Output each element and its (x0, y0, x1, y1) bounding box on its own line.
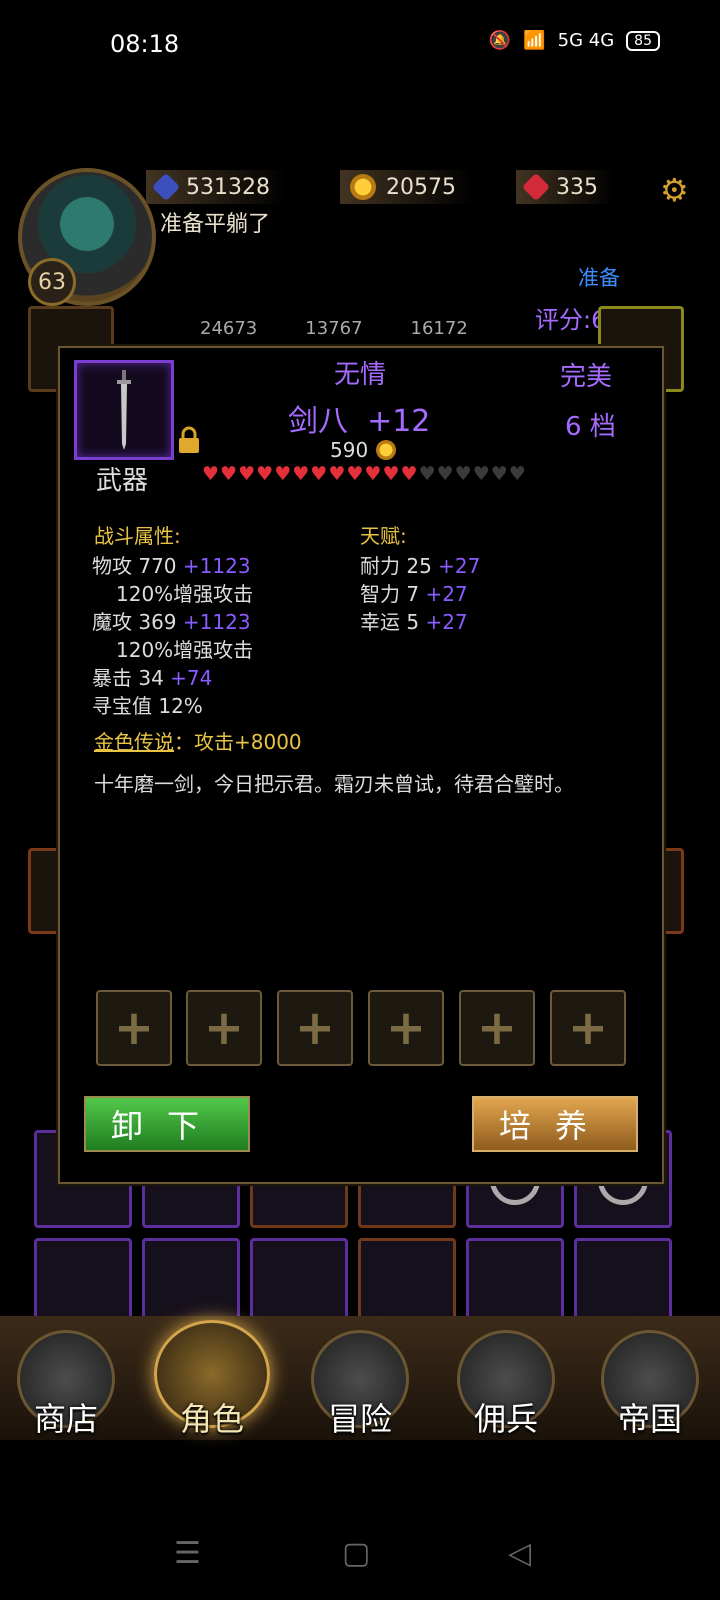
diamond-icon (151, 172, 181, 202)
heart-icon: ♥ (400, 463, 418, 485)
attr-line: 寻宝值 12% (92, 694, 203, 718)
price-value: 590 (330, 438, 369, 462)
nav-mercenary[interactable]: 佣兵 (446, 1320, 566, 1440)
gem-socket[interactable]: + (96, 990, 172, 1066)
gem-socket[interactable]: + (368, 990, 444, 1066)
gem-icon (521, 172, 551, 202)
settings-gear-icon[interactable]: ⚙ (660, 174, 692, 206)
lock-icon[interactable] (176, 426, 202, 454)
gem-socket[interactable]: + (550, 990, 626, 1066)
star-rating: ♥ ♥ ♥ ♥ ♥ ♥ ♥ ♥ ♥ ♥ ♥ ♥ ♥ ♥ ♥ ♥ ♥ ♥ (202, 464, 526, 484)
talent-line: 智力 7 +27 (360, 582, 468, 606)
heart-icon: ♥ (256, 463, 274, 485)
item-quality: 完美 (560, 362, 613, 392)
nav-empire[interactable]: 帝国 (590, 1320, 710, 1440)
attr-line: 120%增强攻击 (116, 582, 254, 606)
resource-diamonds[interactable]: 531328 (146, 170, 286, 204)
resource-gems[interactable]: 335 (516, 170, 614, 204)
back-icon[interactable]: ◁ (508, 1536, 531, 1571)
coin-icon (376, 440, 397, 460)
heart-icon: ♥ (490, 463, 508, 485)
combat-attr-title: 战斗属性: (94, 524, 181, 548)
level-badge: 63 (28, 258, 76, 306)
heart-icon: ♥ (274, 463, 292, 485)
resource-coins[interactable]: 20575 (340, 170, 472, 204)
gem-socket[interactable]: + (277, 990, 353, 1066)
nav-adventure[interactable]: 冒险 (300, 1320, 420, 1440)
wifi-icon: 📶 (523, 30, 546, 51)
nav-label: 帝国 (617, 1400, 682, 1438)
status-icons: 🔕 📶 5G 4G 85 (489, 30, 660, 51)
network-label: 5G 4G (557, 30, 615, 51)
attr-line: 暴击 34 +74 (92, 666, 213, 690)
heart-icon: ♥ (436, 463, 454, 485)
heart-icon: ♥ (382, 463, 400, 485)
home-icon[interactable]: ▢ (342, 1536, 370, 1571)
battery-icon: 85 (626, 30, 660, 51)
sword-icon (117, 370, 131, 450)
talent-line: 耐力 25 +27 (360, 554, 481, 578)
attr-line: 物攻 770 +1123 (92, 554, 251, 578)
legend-effect: 金色传说：攻击+8000 (94, 726, 302, 755)
gem-socket[interactable]: + (459, 990, 535, 1066)
coin-icon (350, 174, 376, 200)
heart-icon: ♥ (472, 463, 490, 485)
ready-label[interactable]: 准备 (578, 262, 620, 292)
heart-icon: ♥ (328, 463, 346, 485)
item-name: 无情 (333, 360, 386, 390)
legend-name: 金色传说 (94, 730, 174, 754)
nav-label: 佣兵 (473, 1400, 538, 1438)
combat-attr-list: 物攻 770 +1123 120%增强攻击 魔攻 369 +1123 120%增… (92, 550, 253, 718)
coin-value: 20575 (386, 174, 456, 200)
heart-icon: ♥ (508, 463, 526, 485)
item-price: 590 (330, 438, 397, 462)
heart-icon: ♥ (202, 463, 220, 485)
attr-line: 120%增强攻击 (116, 638, 254, 662)
attr-line: 魔攻 369 +1123 (92, 610, 251, 634)
nav-label: 商店 (33, 1400, 98, 1438)
heart-icon: ♥ (220, 463, 238, 485)
gem-value: 335 (556, 174, 598, 200)
talent-line: 幸运 5 +27 (360, 610, 468, 634)
stat-value: 13767 (305, 318, 363, 339)
talent-title: 天赋: (360, 524, 407, 548)
menu-icon[interactable]: ☰ (174, 1536, 201, 1571)
player-name: 准备平躺了 (160, 212, 271, 237)
unequip-button[interactable]: 卸下 (84, 1096, 250, 1152)
nav-character[interactable]: 角色 (152, 1320, 272, 1440)
heart-icon: ♥ (418, 463, 436, 485)
stat-value: 24673 (200, 318, 258, 339)
item-description: 十年磨一剑，今日把示君。霜刃未曾试，待君合璧时。 (94, 772, 574, 796)
heart-icon: ♥ (454, 463, 472, 485)
nav-label: 角色 (179, 1400, 244, 1438)
item-type-level: 剑八 +12 (288, 404, 431, 439)
weapon-slot (74, 360, 174, 460)
heart-icon: ♥ (292, 463, 310, 485)
stat-value: 16172 (410, 318, 468, 339)
legend-value: ：攻击+8000 (174, 730, 302, 754)
heart-icon: ♥ (310, 463, 328, 485)
nav-shop[interactable]: 商店 (6, 1320, 126, 1440)
item-grade: 6 档 (565, 412, 616, 442)
heart-icon: ♥ (346, 463, 364, 485)
heart-icon: ♥ (238, 463, 256, 485)
gem-socket[interactable]: + (186, 990, 262, 1066)
mute-icon: 🔕 (488, 30, 512, 51)
item-category: 武器 (96, 466, 149, 496)
nav-label: 冒险 (327, 1400, 392, 1438)
heart-icon: ♥ (364, 463, 382, 485)
status-time: 08:18 (110, 30, 180, 58)
talent-list: 耐力 25 +27 智力 7 +27 幸运 5 +27 (360, 550, 480, 634)
diamond-value: 531328 (186, 174, 270, 200)
train-button[interactable]: 培养 (472, 1096, 638, 1152)
